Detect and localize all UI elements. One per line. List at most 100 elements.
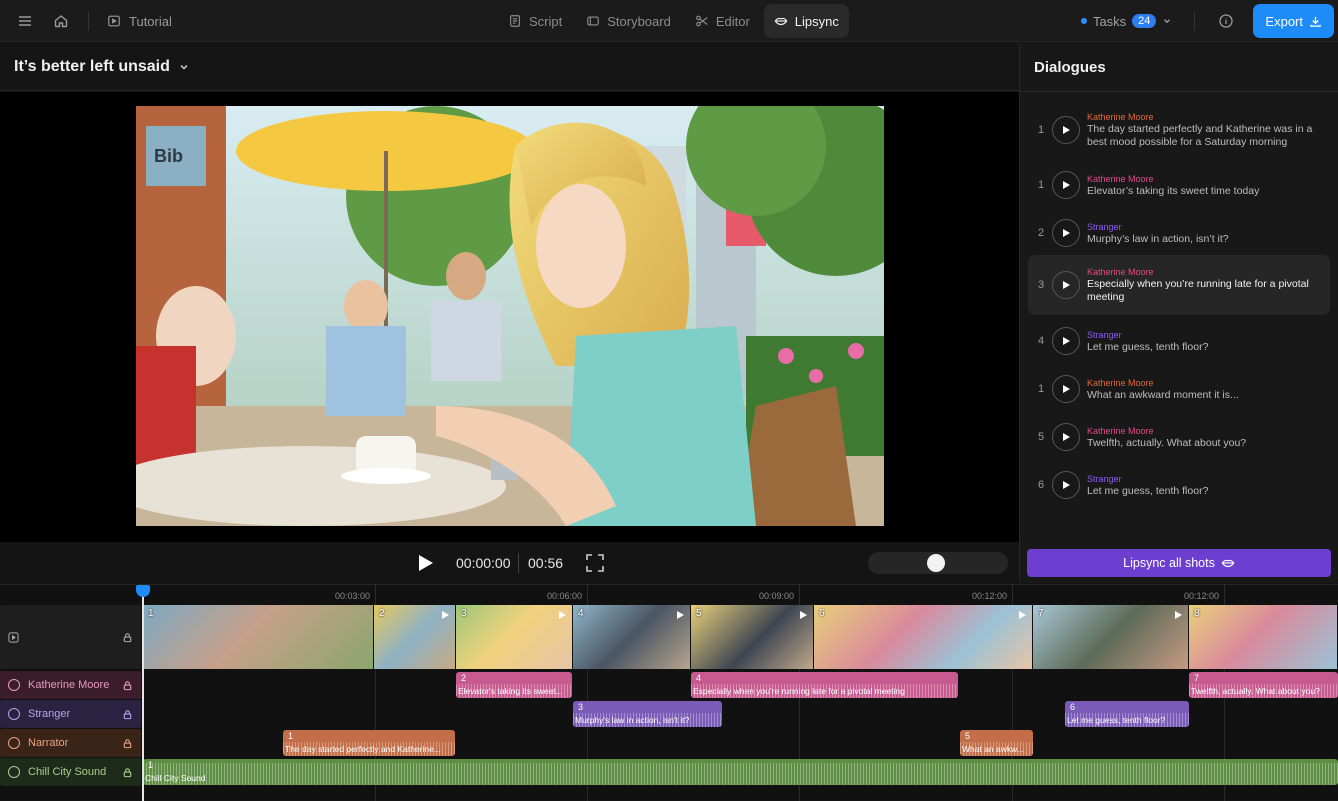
play-button[interactable] [1052,271,1080,299]
clip-number: 2 [461,673,467,683]
clip-label: Especially when you're running late for … [693,686,905,696]
audio-clip[interactable]: 3 Murphy's law in action, isn't it? [573,701,722,727]
play-button[interactable] [1052,327,1080,355]
music-clip[interactable]: 1 Chill City Sound [143,759,1338,785]
fullscreen-icon[interactable] [584,552,606,574]
lips-icon [774,17,788,26]
speaker-name: Katherine Moore [1087,377,1154,388]
shot-clip[interactable]: 4 [573,605,691,669]
play-icon[interactable] [556,609,568,621]
export-button[interactable]: Export [1253,4,1334,38]
tab-editor-label: Editor [715,13,750,29]
dialogue-text: What an awkward moment it is... [1087,388,1239,401]
music-icon [8,766,20,778]
home-icon[interactable] [46,6,76,36]
audio-clip[interactable]: 7 Twelfth, actually. What about you? [1189,672,1338,698]
audio-clip[interactable]: 6 Let me guess, tenth floor? [1065,701,1189,727]
play-button[interactable] [1052,375,1080,403]
shot-clip[interactable]: 3 [456,605,573,669]
audio-clip[interactable]: 5 What an awkw... [960,730,1033,756]
lock-icon[interactable] [122,632,133,643]
dialogue-text: Twelfth, actually. What about you? [1087,436,1247,449]
shot-clip[interactable]: 5 [691,605,814,669]
lock-icon[interactable] [122,680,133,691]
tasks-button[interactable]: Tasks 24 [1075,14,1178,29]
shot-number: 7 [1038,608,1044,619]
video-track-label[interactable] [0,605,141,669]
shot-clip[interactable]: 7 [1033,605,1189,669]
dialogue-item[interactable]: 6 Stranger Let me guess, tenth floor? [1028,467,1330,503]
play-button[interactable] [1052,423,1080,451]
audio-clip[interactable]: 4 Especially when you're running late fo… [691,672,958,698]
dialogue-item[interactable]: 3 Katherine Moore Especially when you’re r… [1028,255,1330,315]
waveform [143,763,1338,785]
ruler-tick-line [799,585,800,605]
tab-editor[interactable]: Editor [685,4,760,38]
clip-label: Twelfth, actually. What about you? [1191,686,1320,696]
clip-label: Murphy's law in action, isn't it? [575,715,690,725]
video-icon [8,631,19,643]
dialogue-item[interactable]: 1 Katherine Moore The day started perfectl… [1028,107,1330,153]
play-icon[interactable] [1016,609,1028,621]
speaker-name: Stranger [1087,329,1122,340]
dialogue-item[interactable]: 5 Katherine Moore Twelfth, actually. What … [1028,419,1330,455]
shot-clip[interactable]: 8 [1189,605,1338,669]
shot-clip[interactable]: 1 [143,605,374,669]
playhead[interactable] [142,585,144,801]
dialogue-number: 1 [1037,179,1045,191]
dialogue-item[interactable]: 1 Katherine Moore Elevator’s taking its sw… [1028,167,1330,203]
time-ruler[interactable]: 00:03:00 00:06:00 00:09:00 00:12:00 00:1… [143,585,1338,605]
audio-clip[interactable]: 2 Elevator's taking its sweet... [456,672,572,698]
main-tabs: Script Storyboard Editor Lipsync [498,4,849,38]
lock-icon[interactable] [122,767,133,778]
play-icon[interactable] [414,552,436,574]
clip-number: 4 [696,673,702,683]
play-button[interactable] [1052,219,1080,247]
tutorial-icon [108,15,120,27]
menu-icon[interactable] [10,6,40,36]
tab-lipsync[interactable]: Lipsync [763,4,849,38]
project-title-bar[interactable]: It’s better left unsaid [0,43,1019,91]
info-icon[interactable] [1211,6,1241,36]
shot-clip[interactable]: 6 [814,605,1033,669]
tab-script-label: Script [529,13,563,29]
dialogue-item[interactable]: 4 Stranger Let me guess, tenth floor? [1028,323,1330,359]
play-icon[interactable] [797,609,809,621]
zoom-slider-knob[interactable] [926,554,945,572]
track-label-narrator[interactable]: Narrator [0,729,141,757]
play-icon [1063,481,1070,489]
lipsync-all-button[interactable]: Lipsync all shots [1027,549,1331,577]
speaker-icon [8,737,20,749]
dialogue-item[interactable]: 1 Katherine Moore What an awkward moment i… [1028,371,1330,407]
divider [518,553,519,573]
audio-clip[interactable]: 1 The day started perfectly and Katherin… [283,730,455,756]
play-icon[interactable] [439,609,451,621]
tab-storyboard[interactable]: Storyboard [576,4,681,38]
shot-number: 4 [578,608,584,619]
ruler-tick-line [1012,585,1013,605]
tutorial-button[interactable]: Tutorial [101,6,178,36]
speaker-icon [8,708,20,720]
track-label-stranger[interactable]: Stranger [0,700,141,728]
track-label-music[interactable]: Chill City Sound [0,758,141,786]
play-button[interactable] [1052,171,1080,199]
video-frame[interactable]: Bib [136,106,884,526]
track-label-katherine[interactable]: Katherine Moore [0,671,141,699]
lock-icon[interactable] [122,738,133,749]
lock-icon[interactable] [122,709,133,720]
dialogue-text: Especially when you’re running late for … [1087,278,1309,303]
play-button[interactable] [1052,116,1080,144]
zoom-slider[interactable] [868,552,1008,574]
shot-clip[interactable]: 2 [374,605,456,669]
play-icon [1063,126,1070,134]
dialogue-item[interactable]: 2 Stranger Murphy’s law in action, isn’t i… [1028,215,1330,251]
play-button[interactable] [1052,471,1080,499]
dialogue-number: 6 [1037,479,1045,491]
top-bar: Tutorial Script Storyboard Editor Lipsyn… [0,0,1338,42]
play-icon[interactable] [674,609,686,621]
clip-number: 6 [1070,702,1076,712]
play-icon[interactable] [1172,609,1184,621]
ruler-tick: 00:12:00 [1184,591,1220,601]
tab-script[interactable]: Script [498,4,572,38]
speaker-name: Katherine Moore [1087,267,1154,277]
